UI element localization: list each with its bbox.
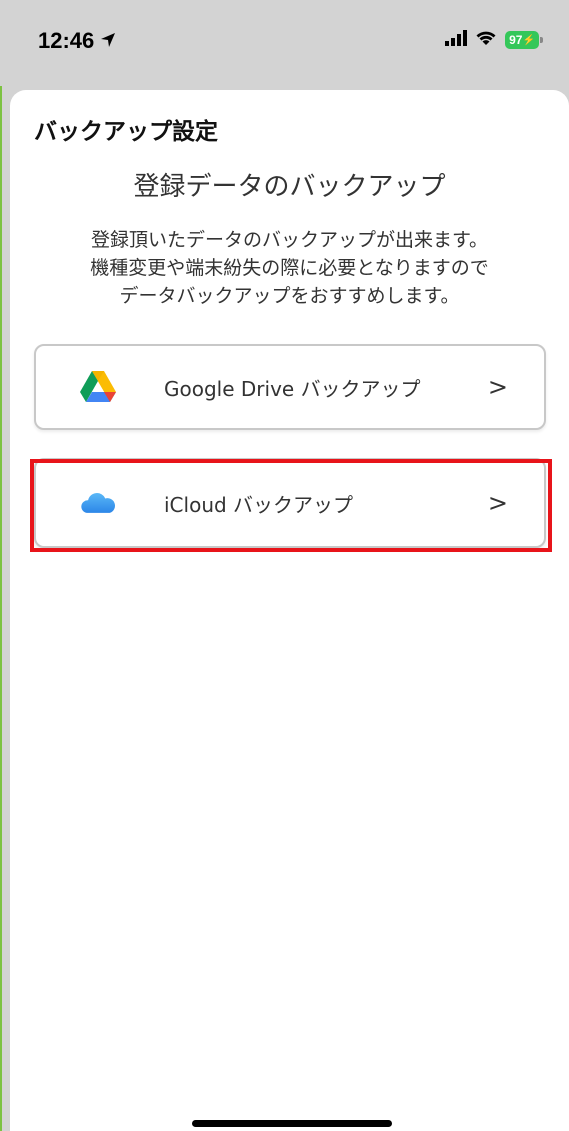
icloud-backup-button[interactable]: iCloud バックアップ > — [34, 458, 546, 548]
google-drive-backup-button[interactable]: Google Drive バックアップ > — [34, 344, 546, 430]
section-subtitle: 登録データのバックアップ — [133, 172, 446, 202]
battery-icon: 97 ⚡ — [505, 31, 543, 49]
description: 登録頂いたデータのバックアップが出来ます。 機種変更や端末紛失の際に必要となりま… — [10, 226, 569, 310]
cellular-signal-icon — [445, 30, 467, 50]
chevron-right-icon: > — [487, 489, 508, 517]
google-drive-backup-label: Google Drive バックアップ — [164, 376, 421, 401]
battery-level: 97 — [509, 33, 523, 47]
icloud-backup-label: iCloud バックアップ — [164, 492, 354, 517]
icloud-icon — [80, 487, 116, 519]
description-line: データバックアップをおすすめします。 — [119, 285, 460, 307]
location-arrow-icon — [100, 28, 116, 54]
time-text: 12:46 — [38, 28, 95, 53]
description-line: 登録頂いたデータのバックアップが出来ます。 — [90, 229, 489, 251]
chevron-right-icon: > — [487, 373, 508, 401]
status-time: 12:46 — [38, 28, 116, 54]
backup-settings-sheet: バックアップ設定 登録データのバックアップ 登録頂いたデータのバックアップが出来… — [10, 90, 569, 1131]
page-title: バックアップ設定 — [34, 119, 218, 145]
google-drive-icon — [80, 371, 116, 403]
wifi-icon — [475, 30, 497, 50]
status-bar: 12:46 97 ⚡ — [0, 0, 569, 86]
status-indicators: 97 ⚡ — [445, 30, 543, 50]
home-indicator[interactable] — [192, 1120, 392, 1127]
description-line: 機種変更や端末紛失の際に必要となりますので — [90, 257, 489, 279]
frame-border-left — [0, 0, 2, 1131]
